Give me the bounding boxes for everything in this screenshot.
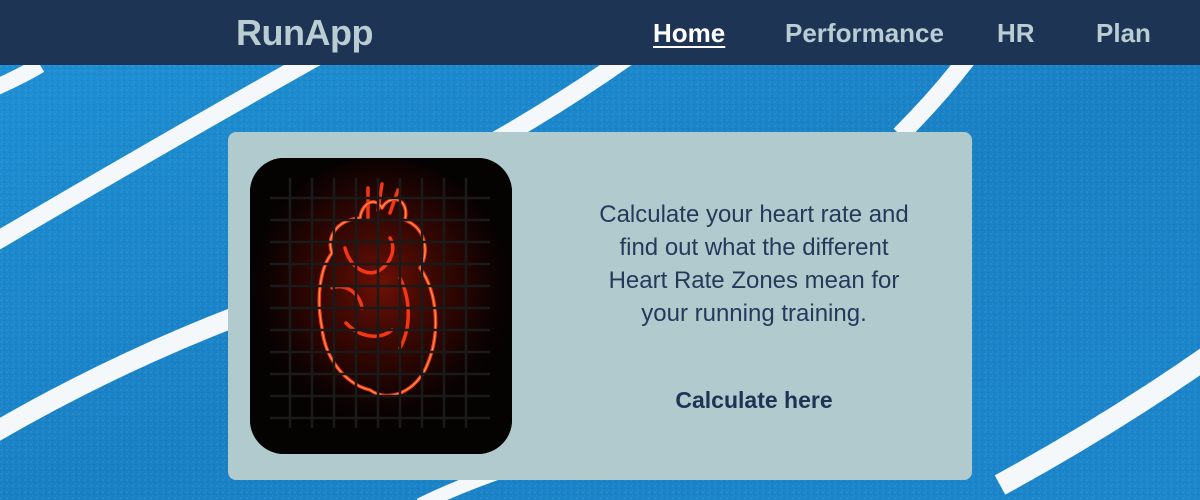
brand-logo[interactable]: RunApp: [236, 12, 373, 54]
nav-link-performance[interactable]: Performance: [785, 18, 944, 49]
heart-rate-card: Calculate your heart rate and find out w…: [228, 132, 972, 480]
card-description: Calculate your heart rate and find out w…: [599, 201, 909, 327]
top-navbar: RunApp Home Performance HR Plan: [0, 0, 1200, 65]
calculate-here-link[interactable]: Calculate here: [598, 387, 910, 414]
neon-heart-image: [250, 158, 512, 454]
nav-link-hr[interactable]: HR: [997, 18, 1035, 49]
nav-link-home[interactable]: Home: [653, 18, 725, 49]
nav-link-plan[interactable]: Plan: [1096, 18, 1151, 49]
neon-heart-icon: [250, 158, 512, 454]
